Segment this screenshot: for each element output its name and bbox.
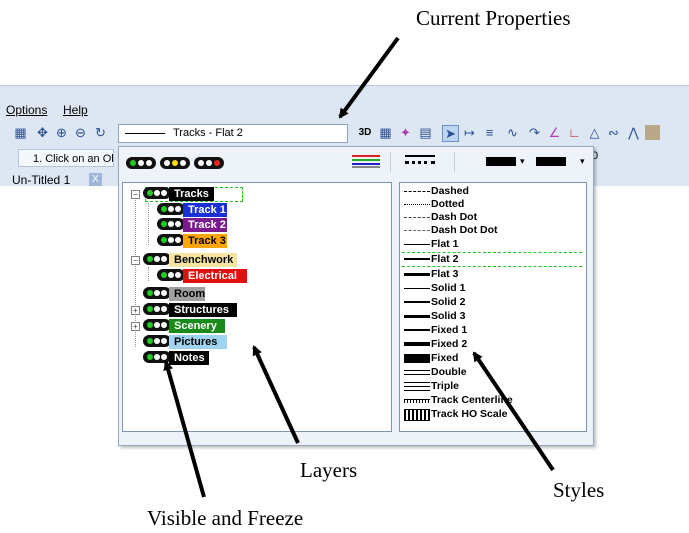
annotation-arrows xyxy=(163,36,555,498)
visible-freeze-arrow xyxy=(163,360,206,498)
current-properties-arrow xyxy=(338,36,400,119)
styles-arrow xyxy=(472,351,555,472)
layers-arrow xyxy=(252,345,300,444)
